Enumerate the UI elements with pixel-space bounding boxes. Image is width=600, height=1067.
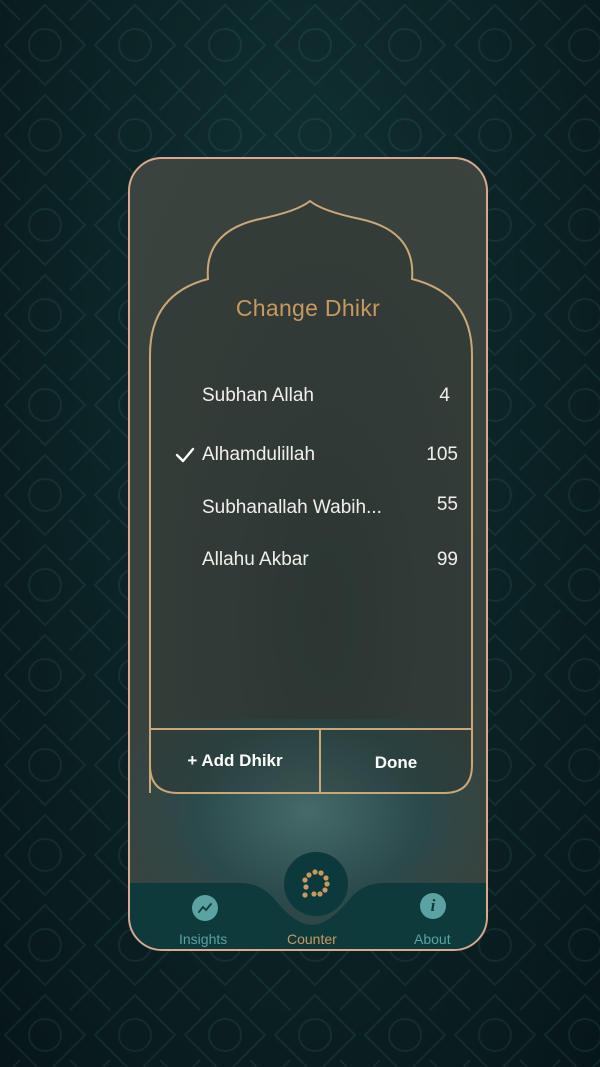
info-glyph: i — [430, 896, 436, 915]
done-button[interactable]: Done — [320, 733, 472, 793]
insights-nav-item[interactable]: Insights — [170, 883, 242, 949]
done-label: Done — [374, 753, 418, 772]
info-icon: i — [420, 893, 446, 919]
insights-chart-icon — [192, 895, 218, 921]
about-label: About — [414, 931, 451, 947]
dhikr-item-allahu-akbar[interactable]: Allahu Akbar 99 — [174, 542, 458, 578]
about-nav-item[interactable]: i About — [400, 883, 470, 949]
dhikr-item-subhan-allah[interactable]: Subhan Allah 4 — [174, 378, 458, 414]
dhikr-name: Subhan Allah — [202, 385, 314, 406]
dhikr-name: Subhanallah Wabih... — [202, 497, 382, 518]
dhikr-item-subhanallah-wabihamdihi[interactable]: Subhanallah Wabih... 55 — [174, 490, 458, 526]
modal-title: Change Dhikr — [235, 295, 381, 321]
insights-label: Insights — [179, 931, 228, 947]
counter-label[interactable]: Counter — [287, 931, 337, 947]
dhikr-name: Allahu Akbar — [202, 549, 309, 570]
dhikr-item-alhamdulillah[interactable]: Alhamdulillah 105 — [174, 437, 458, 473]
add-dhikr-button[interactable]: + Add Dhikr — [150, 731, 320, 791]
dhikr-count: 105 — [426, 444, 458, 465]
dhikr-count: 4 — [439, 385, 450, 406]
dhikr-name: Alhamdulillah — [202, 444, 316, 465]
add-dhikr-label: + Add Dhikr — [187, 751, 283, 770]
phone-frame: Change Dhikr Subhan Allah 4 Alhamdulilla… — [128, 157, 488, 951]
bottom-nav: Insights Counter i About — [130, 883, 486, 949]
checkmark-icon — [175, 447, 195, 463]
dhikr-count: 55 — [436, 494, 458, 515]
dhikr-count: 99 — [436, 549, 458, 570]
